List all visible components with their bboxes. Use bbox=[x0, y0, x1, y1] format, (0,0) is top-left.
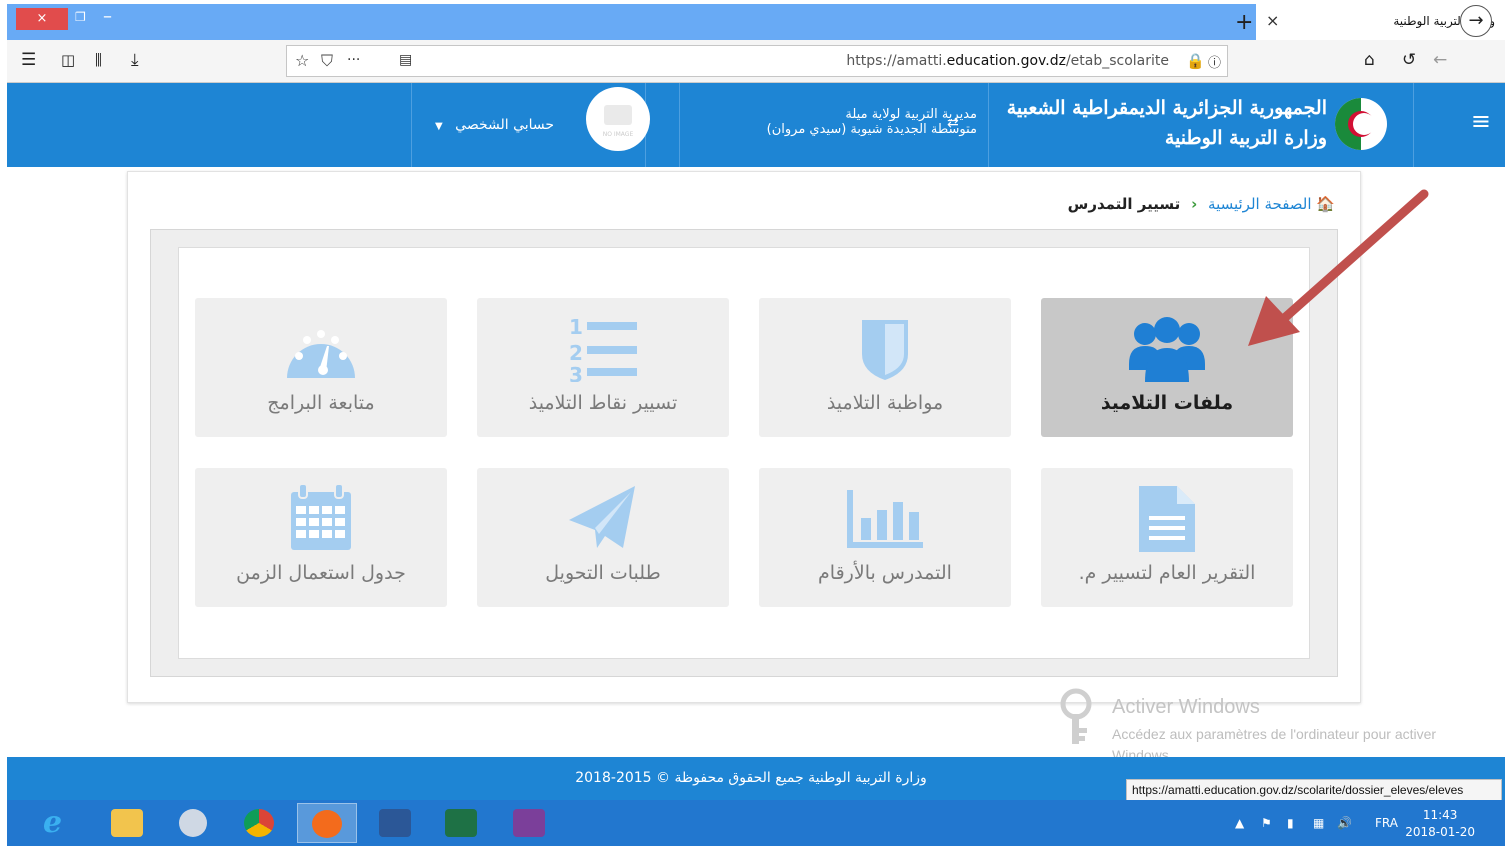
chrome-icon[interactable] bbox=[229, 803, 289, 843]
account-dropdown[interactable]: حسابي الشخصي ▼ bbox=[435, 117, 554, 133]
tile-programs[interactable]: متابعة البرامج bbox=[195, 298, 447, 437]
tile-label: مواظبة التلاميذ bbox=[826, 392, 944, 414]
info-icon[interactable]: ⓘ bbox=[1208, 52, 1221, 71]
sidebar-icon[interactable]: ◫ bbox=[61, 51, 75, 69]
tile-grades[interactable]: 1 2 3 تسيير نقاط التلاميذ bbox=[477, 298, 729, 437]
system-tray: ▲ ⚑ ▮ ▦ 🔊 FRA 11:43 2018-01-20 bbox=[1205, 800, 1505, 846]
account-label: حسابي الشخصي bbox=[455, 117, 555, 133]
school-name: متوسطة الجديدة شيوبة (سيدي مروان) bbox=[766, 122, 977, 137]
firefox-icon[interactable] bbox=[297, 803, 357, 843]
winrar-icon[interactable] bbox=[499, 803, 559, 843]
modules-grid: ملفات التلاميذ مواظبة التلاميذ 1 2 3 تسي… bbox=[178, 247, 1310, 659]
content-panel: 🏠 الصفحة الرئيسية ‹ تسيير التمدرس ملفات … bbox=[127, 171, 1361, 703]
home-icon[interactable]: ⌂ bbox=[1364, 50, 1375, 70]
republic-name: الجمهورية الجزائرية الديمقراطية الشعبية bbox=[1006, 97, 1327, 119]
window-minimize-icon[interactable]: – bbox=[103, 6, 112, 27]
back-button[interactable]: → bbox=[1460, 5, 1492, 37]
download-icon[interactable]: ⤓ bbox=[131, 50, 139, 70]
lock-icon[interactable]: 🔒 bbox=[1186, 52, 1205, 70]
tile-attendance[interactable]: مواظبة التلاميذ bbox=[759, 298, 1011, 437]
clock[interactable]: 11:43 2018-01-20 bbox=[1405, 807, 1475, 841]
avatar-placeholder-text: NO IMAGE bbox=[602, 131, 634, 138]
internet-explorer-icon[interactable]: e bbox=[31, 803, 91, 843]
url-bar[interactable]: ☆ ⛉ ··· ▤ https://amatti.education.gov.d… bbox=[286, 45, 1228, 77]
menu-icon[interactable]: ☰ bbox=[21, 50, 36, 70]
key-icon bbox=[1060, 688, 1092, 744]
tile-general-report[interactable]: التقرير العام لتسيير م. bbox=[1041, 468, 1293, 607]
tab-close-icon[interactable]: × bbox=[1266, 11, 1279, 30]
file-explorer-icon[interactable] bbox=[97, 803, 157, 843]
clock-date: 2018-01-20 bbox=[1405, 825, 1475, 839]
flag-icon[interactable]: ⚑ bbox=[1261, 816, 1272, 830]
pocket-icon[interactable]: ⛉ bbox=[321, 51, 333, 71]
library-icon[interactable]: ⫼ bbox=[95, 51, 102, 69]
ordered-list-icon: 1 2 3 bbox=[569, 315, 637, 382]
caret-down-icon: ▼ bbox=[435, 121, 443, 132]
camera-icon bbox=[604, 105, 632, 125]
svg-text:2: 2 bbox=[569, 341, 583, 365]
window-restore-icon[interactable]: ❐ bbox=[75, 10, 86, 24]
window-close-button[interactable]: × bbox=[16, 8, 68, 30]
bar-chart-icon bbox=[847, 490, 923, 548]
svg-text:1: 1 bbox=[569, 315, 583, 339]
algeria-flag-logo bbox=[1335, 98, 1387, 150]
tile-transfers[interactable]: طلبات التحويل bbox=[477, 468, 729, 607]
reload-icon[interactable]: ↺ bbox=[1402, 50, 1416, 70]
chevron-left-icon: ‹ bbox=[1191, 195, 1198, 213]
tile-statistics[interactable]: التمدرس بالأرقام bbox=[759, 468, 1011, 607]
windows-taskbar: e ▲ ⚑ ▮ ▦ 🔊 FRA 11:43 2018-01-20 bbox=[7, 800, 1505, 846]
forward-icon[interactable]: ← bbox=[1433, 50, 1447, 70]
url-text: https://amatti.education.gov.dz/etab_sco… bbox=[846, 53, 1169, 69]
clock-time: 11:43 bbox=[1422, 808, 1458, 822]
reader-view-icon[interactable]: ▤ bbox=[399, 52, 412, 68]
site-title: الجمهورية الجزائرية الديمقراطية الشعبية … bbox=[1007, 93, 1327, 153]
word-icon[interactable] bbox=[365, 803, 425, 843]
browser-navbar: ☰ ◫ ⫼ ⤓ ☆ ⛉ ··· ▤ https://amatti.educati… bbox=[7, 40, 1505, 83]
language-indicator[interactable]: FRA bbox=[1375, 816, 1398, 830]
breadcrumb-current: تسيير التمدرس bbox=[1067, 195, 1181, 213]
hamburger-menu-button[interactable]: ≡ bbox=[1471, 107, 1491, 135]
calendar-icon bbox=[291, 483, 351, 550]
battery-icon[interactable]: ▮ bbox=[1287, 816, 1294, 830]
tile-label: طلبات التحويل bbox=[545, 562, 661, 584]
site-header: ≡ الجمهورية الجزائرية الديمقراطية الشعبي… bbox=[7, 83, 1505, 167]
tile-label: جدول استعمال الزمن bbox=[236, 562, 406, 584]
page-actions-icon[interactable]: ··· bbox=[347, 52, 360, 68]
document-icon bbox=[1139, 486, 1195, 552]
watermark-title: Activer Windows bbox=[1112, 696, 1260, 718]
tile-label: متابعة البرامج bbox=[267, 392, 375, 414]
modules-container: ملفات التلاميذ مواظبة التلاميذ 1 2 3 تسي… bbox=[150, 229, 1338, 677]
network-icon[interactable]: ▦ bbox=[1313, 816, 1324, 830]
volume-icon[interactable]: 🔊 bbox=[1337, 816, 1352, 830]
shield-icon bbox=[862, 320, 908, 380]
tile-label: تسيير نقاط التلاميذ bbox=[528, 392, 678, 414]
school-info: مديرية التربية لولاية ميلة متوسطة الجديد… bbox=[697, 107, 977, 137]
avatar[interactable]: NO IMAGE bbox=[586, 87, 650, 151]
windows-activation-watermark: Activer Windows Accédez aux paramètres d… bbox=[1058, 688, 1478, 763]
bookmark-star-icon[interactable]: ☆ bbox=[295, 51, 309, 70]
tray-expand-icon[interactable]: ▲ bbox=[1235, 816, 1244, 830]
tile-label: التقرير العام لتسيير م. bbox=[1078, 562, 1256, 584]
tile-label: التمدرس بالأرقام bbox=[818, 562, 952, 584]
thunderbird-icon[interactable] bbox=[163, 803, 223, 843]
directorate-name: مديرية التربية لولاية ميلة bbox=[845, 107, 977, 122]
tile-label: ملفات التلاميذ bbox=[1100, 392, 1234, 414]
svg-text:3: 3 bbox=[569, 363, 583, 382]
red-arrow-annotation bbox=[1248, 189, 1429, 346]
excel-icon[interactable] bbox=[431, 803, 491, 843]
ministry-name: وزارة التربية الوطنية bbox=[1164, 127, 1327, 149]
new-tab-button[interactable]: + bbox=[1235, 10, 1253, 35]
status-bar-url: https://amatti.education.gov.dz/scolarit… bbox=[1126, 779, 1502, 801]
tile-timetable[interactable]: جدول استعمال الزمن bbox=[195, 468, 447, 607]
paper-plane-icon bbox=[569, 486, 635, 548]
dashboard-icon bbox=[287, 330, 355, 378]
